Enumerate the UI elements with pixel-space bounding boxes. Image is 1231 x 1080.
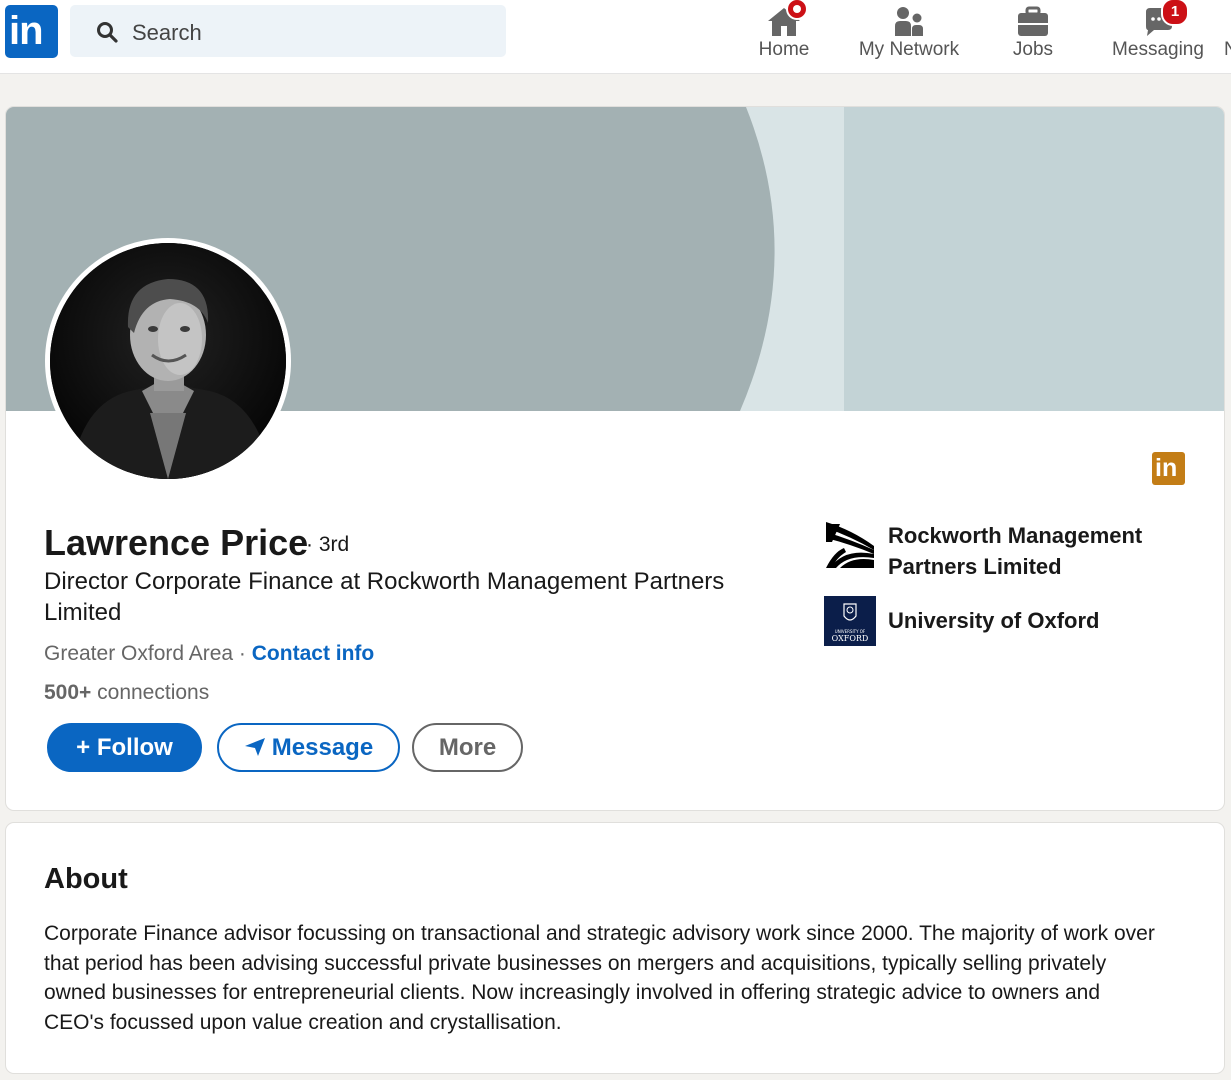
org-oxford-name: University of Oxford [888,608,1100,633]
person-portrait [50,243,286,479]
more-button[interactable]: More [412,723,523,772]
nav-my-network-label: My Network [858,39,960,60]
follow-button[interactable]: + Follow [47,723,202,772]
premium-badge-text: in [1155,454,1178,482]
org-oxford[interactable]: UNIVERSITY OF OXFORD University of Oxfor… [824,596,1184,646]
message-button[interactable]: Message [217,723,400,772]
about-text: Corporate Finance advisor focussing on t… [44,922,1155,1034]
connections-count: 500+ [44,681,92,704]
search-placeholder: Search [132,20,202,45]
profile-headline: Director Corporate Finance at Rockworth … [44,568,725,626]
nav-overflow-label[interactable]: N [1224,39,1231,61]
profile-photo-image [50,243,286,479]
messaging-badge: 1 [1161,0,1189,26]
nav-messaging[interactable]: 1 Messaging [1106,0,1210,73]
logo-text: in [9,9,44,53]
location-line: Greater Oxford Area · Contact info [44,642,374,666]
connection-degree: · 3rd [306,533,350,556]
nav-my-network[interactable]: My Network [852,0,966,73]
oxford-logo-line2: OXFORD [832,634,869,643]
search-bar[interactable]: Search [70,5,506,57]
nav-home[interactable]: Home [744,0,824,73]
linkedin-logo[interactable]: in [5,5,58,58]
nav-jobs[interactable]: Jobs [996,0,1070,73]
message-button-label: Message [271,734,374,761]
top-navigation: in Search Home My Network Jobs 1 Messagi… [0,0,1231,74]
contact-info-link[interactable]: Contact info [252,642,374,665]
location-separator: · [233,642,252,665]
profile-photo[interactable] [45,238,291,484]
search-icon [97,22,118,43]
nav-home-label: Home [758,39,810,60]
profile-name: Lawrence Price [44,522,309,563]
org-rockworth-name: Rockworth Management Partners Limited [888,523,1143,579]
linkedin-premium-badge: in [1152,452,1185,485]
org-rockworth[interactable]: Rockworth Management Partners Limited [824,520,1184,584]
about-card: About Corporate Finance advisor focussin… [5,822,1225,1074]
nav-messaging-label: Messaging [1112,39,1204,60]
nav-jobs-label: Jobs [1012,39,1054,60]
connections-line[interactable]: 500+ connections [44,681,209,705]
oxford-logo: UNIVERSITY OF OXFORD [824,596,876,646]
network-icon [895,7,923,36]
profile-card: in Lawrence Price · 3rd Director Corpora… [5,106,1225,811]
about-title: About [44,863,128,895]
profile-location: Greater Oxford Area [44,642,234,665]
rockworth-logo [824,520,876,570]
briefcase-icon [1018,6,1048,36]
send-icon [244,738,265,756]
home-notification-dot [786,0,808,20]
connections-label: connections [91,681,210,704]
